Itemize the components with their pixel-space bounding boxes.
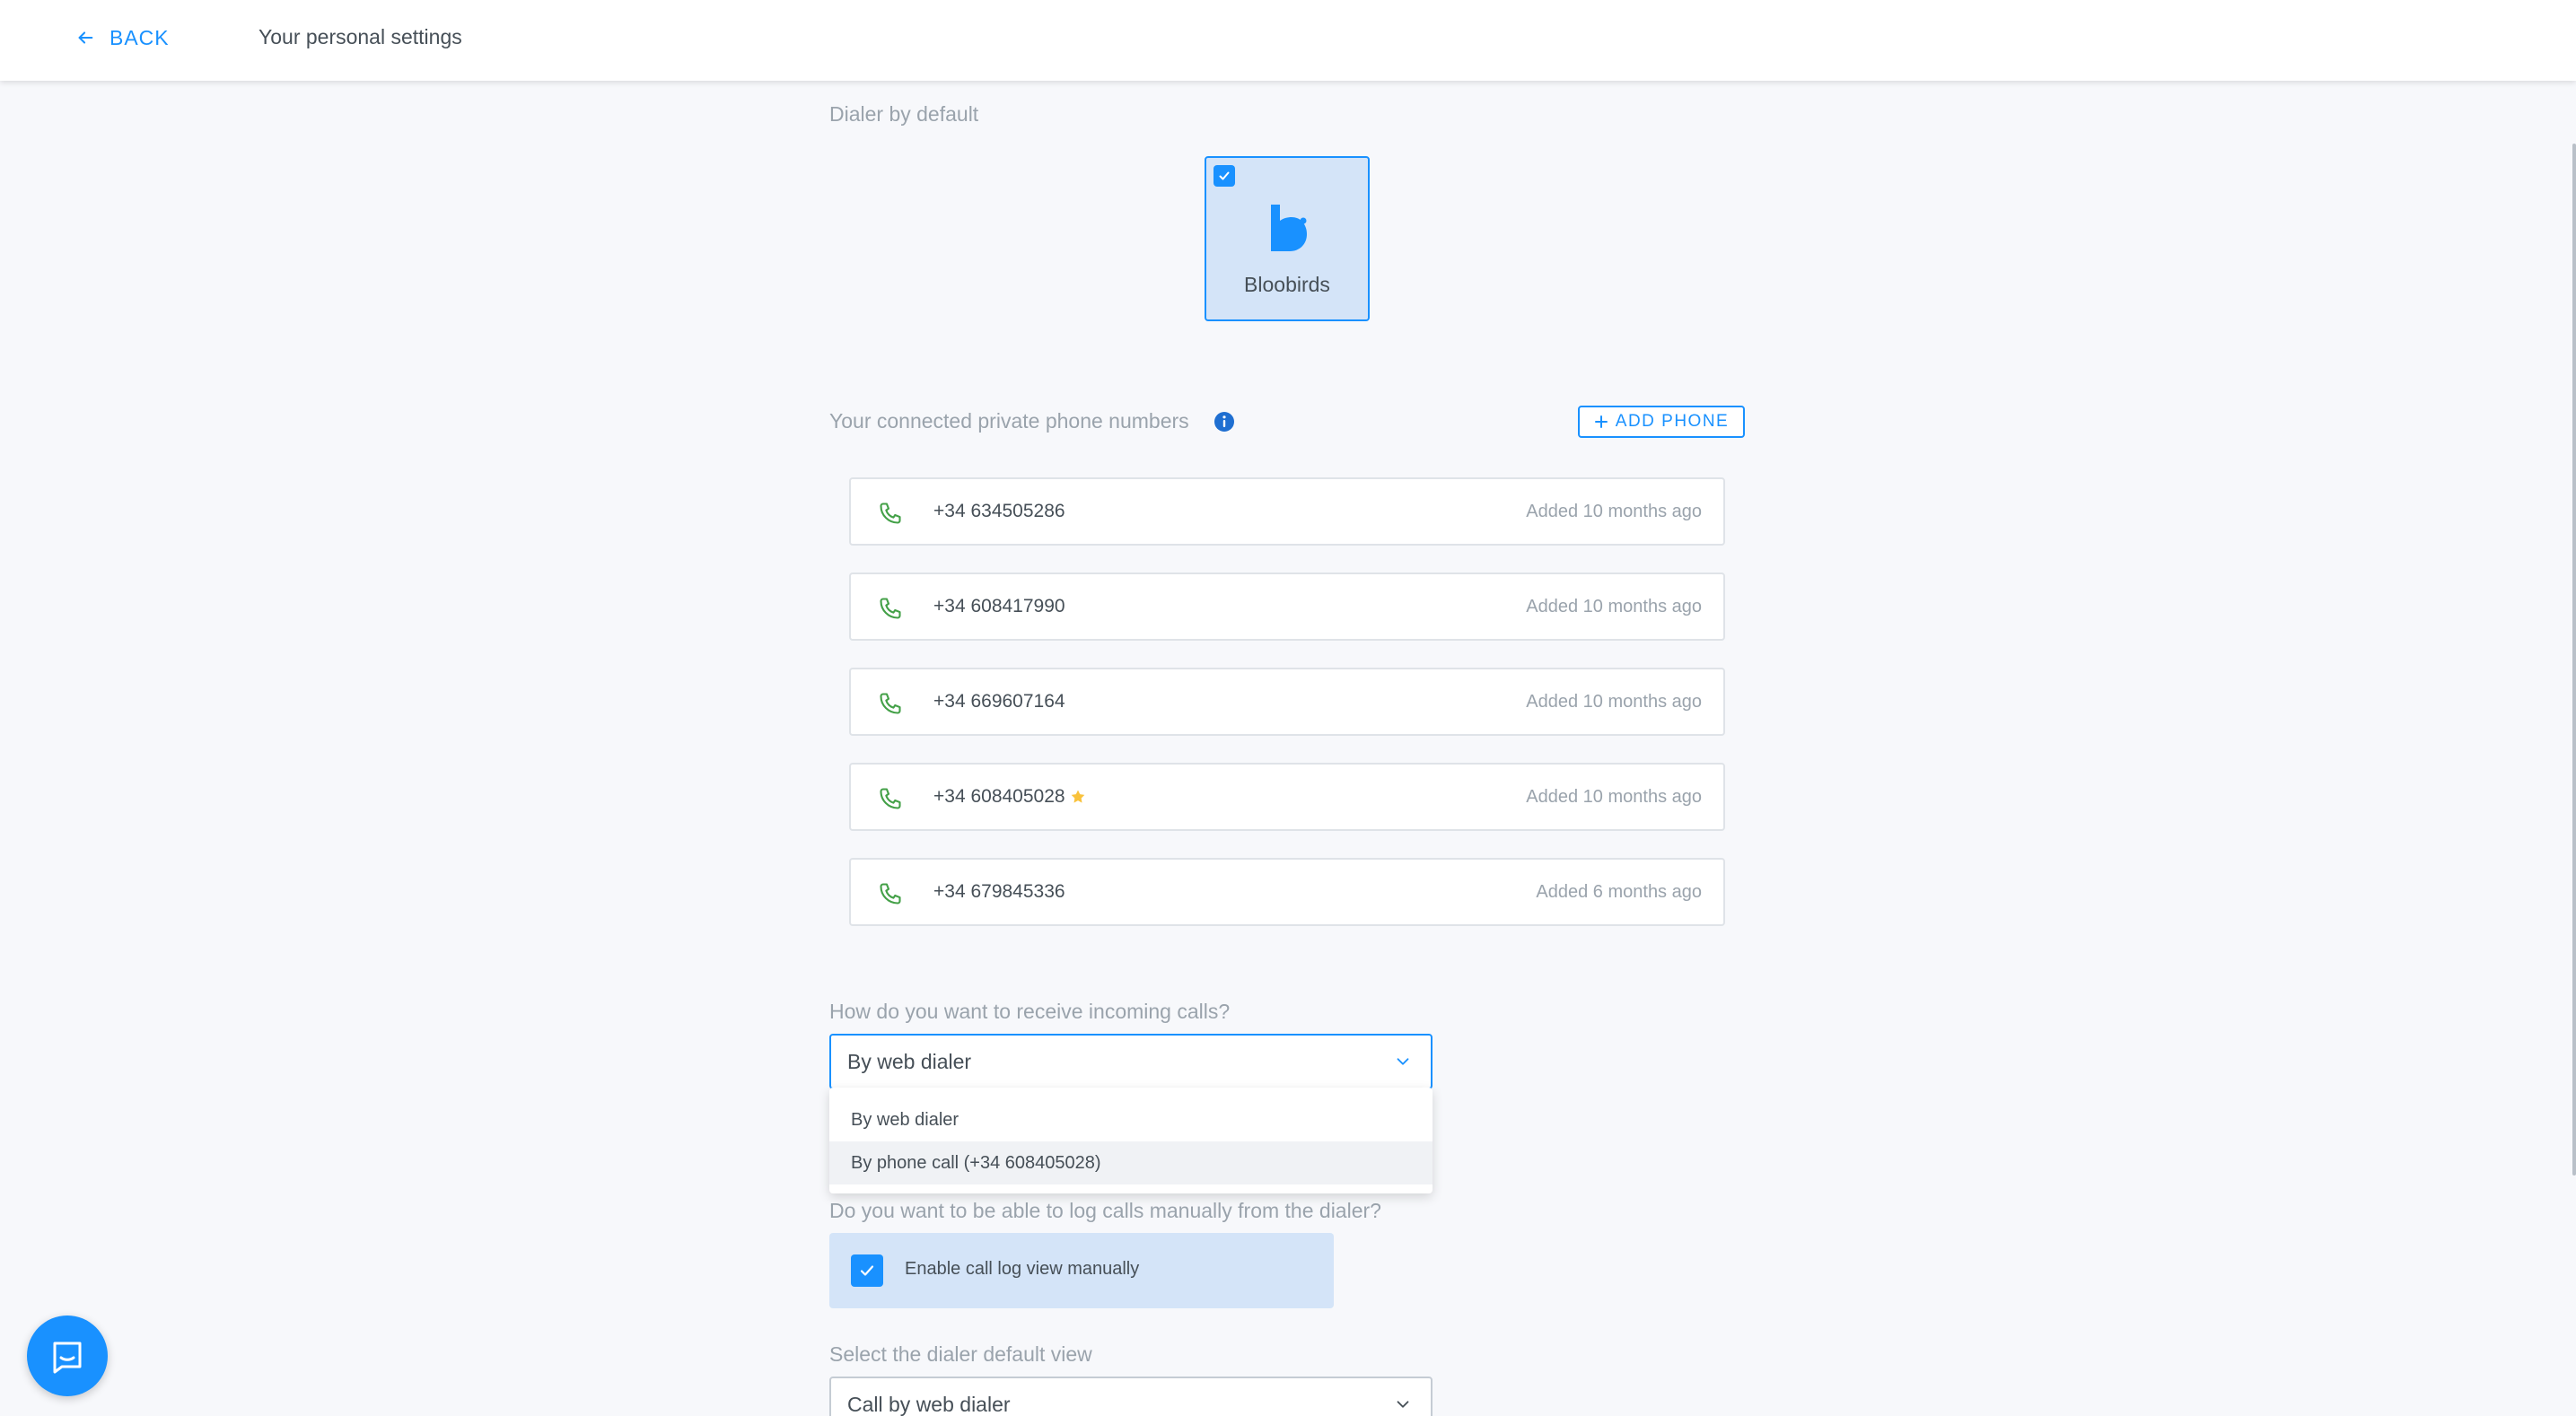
incoming-calls-select[interactable]: By web dialer [829, 1034, 1433, 1089]
phone-added-date: Added 6 months ago [1536, 882, 1702, 902]
check-icon [1219, 171, 1230, 180]
plus-icon [1594, 415, 1608, 428]
phone-number-card[interactable]: +34 679845336 Added 6 months ago [849, 858, 1725, 926]
chevron-down-icon [1397, 1401, 1409, 1408]
chat-widget-button[interactable] [27, 1315, 108, 1396]
phone-number-card[interactable]: +34 669607164 Added 10 months ago [849, 668, 1725, 736]
phone-added-date: Added 10 months ago [1526, 787, 1702, 807]
default-view-label: Select the dialer default view [829, 1342, 1092, 1366]
phones-section-label: Your connected private phone numbers [829, 409, 1189, 433]
default-view-select[interactable]: Call by web dialer [829, 1377, 1433, 1416]
phone-number-card[interactable]: +34 634505286 Added 10 months ago [849, 477, 1725, 546]
enable-call-log-checkbox[interactable] [851, 1254, 883, 1287]
log-calls-label: Do you want to be able to log calls manu… [829, 1199, 1381, 1222]
add-phone-button[interactable]: ADD PHONE [1578, 406, 1745, 438]
phone-number-text: +34 608417990 [933, 596, 1065, 616]
phone-number-text: +34 608405028 [933, 786, 1087, 808]
add-phone-label: ADD PHONE [1615, 412, 1730, 431]
phone-icon [880, 503, 901, 524]
enable-call-log-label: Enable call log view manually [905, 1259, 1140, 1279]
phone-icon [880, 788, 901, 809]
phone-added-date: Added 10 months ago [1526, 597, 1702, 616]
phone-number-text: +34 669607164 [933, 691, 1065, 712]
incoming-calls-label: How do you want to receive incoming call… [829, 1000, 1231, 1023]
default-view-value: Call by web dialer [847, 1392, 1011, 1416]
phone-number-card[interactable]: +34 608417990 Added 10 months ago [849, 573, 1725, 641]
back-label: BACK [110, 25, 170, 49]
chat-icon [53, 1342, 82, 1374]
phone-number-card[interactable]: +34 608405028 Added 10 months ago [849, 763, 1725, 831]
bloobirds-logo-icon [1271, 205, 1307, 251]
phone-icon [880, 598, 901, 619]
dialer-section-label: Dialer by default [829, 102, 979, 126]
phone-added-date: Added 10 months ago [1526, 502, 1702, 521]
phone-number-text: +34 679845336 [933, 881, 1065, 902]
back-button[interactable]: BACK [75, 23, 170, 52]
incoming-calls-value: By web dialer [847, 1049, 972, 1073]
arrow-left-icon [78, 31, 93, 44]
enable-call-log-checkbox-row[interactable]: Enable call log view manually [829, 1233, 1334, 1308]
default-star-icon [1071, 790, 1084, 803]
scrollbar[interactable] [2572, 144, 2576, 1176]
phone-icon [880, 883, 901, 905]
page-title: Your personal settings [258, 25, 462, 48]
phone-number-text: +34 634505286 [933, 501, 1065, 521]
dialer-selected-checkbox[interactable] [1214, 165, 1235, 187]
phone-icon [880, 693, 901, 714]
incoming-calls-dropdown: By web dialer By phone call (+34 6084050… [829, 1088, 1433, 1193]
top-bar: BACK Your personal settings [0, 0, 2576, 81]
chevron-down-icon [1397, 1058, 1409, 1065]
info-icon[interactable] [1214, 411, 1235, 433]
dropdown-option-phone-call[interactable]: By phone call (+34 608405028) [829, 1141, 1433, 1184]
phone-added-date: Added 10 months ago [1526, 692, 1702, 712]
dialer-option-label: Bloobirds [1244, 273, 1330, 296]
check-icon [860, 1265, 874, 1276]
dropdown-option-web-dialer[interactable]: By web dialer [829, 1098, 1433, 1141]
dialer-option-bloobirds[interactable]: Bloobirds [1205, 156, 1370, 321]
